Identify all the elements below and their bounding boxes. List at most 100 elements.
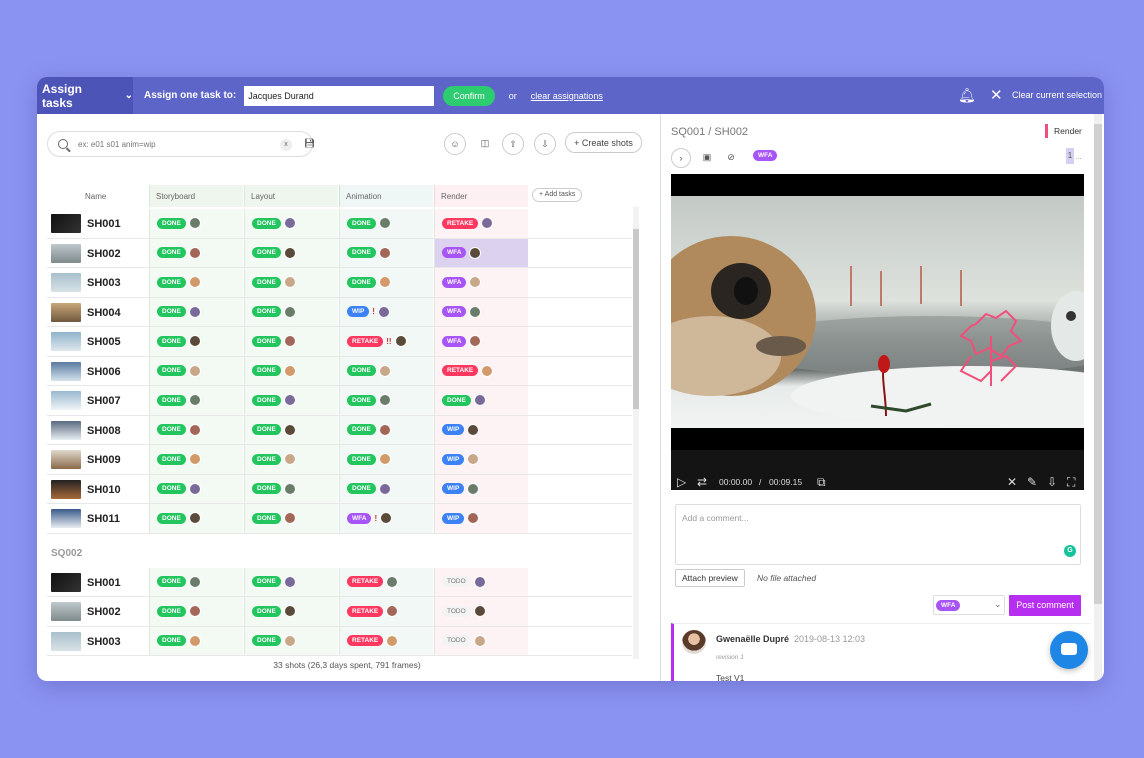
render-cell[interactable]: DONE — [434, 386, 528, 415]
shot-name[interactable]: SH002 — [87, 606, 121, 618]
shot-name[interactable]: SH003 — [87, 277, 121, 289]
storyboard-cell[interactable]: DONE — [149, 386, 243, 415]
download-icon[interactable]: ⇩ — [534, 133, 556, 155]
column-header-animation[interactable]: Animation — [339, 185, 433, 207]
layout-cell[interactable]: DONE — [244, 504, 338, 533]
table-row[interactable]: SH007 DONE DONE DONE DONE — [47, 386, 632, 416]
close-icon[interactable]: ✕ — [1007, 475, 1017, 489]
storyboard-cell[interactable]: DONE — [149, 597, 243, 626]
column-header-layout[interactable]: Layout — [244, 185, 338, 207]
storyboard-cell[interactable]: DONE — [149, 504, 243, 533]
shot-name[interactable]: SH006 — [87, 366, 121, 378]
shot-thumbnail[interactable] — [51, 243, 81, 263]
table-row[interactable]: SH001 DONE DONE RETAKE TODO — [47, 567, 632, 597]
scrollbar-thumb[interactable] — [633, 229, 639, 409]
shot-thumbnail[interactable] — [51, 214, 81, 233]
layout-cell[interactable]: DONE — [244, 445, 338, 474]
close-icon[interactable]: ✕ — [990, 86, 1003, 104]
column-header-render[interactable]: Render — [434, 185, 528, 207]
shot-thumbnail[interactable] — [51, 631, 81, 651]
animation-cell[interactable]: RETAKE!! — [339, 327, 433, 356]
eye-slash-icon[interactable]: ⊘ — [721, 148, 741, 168]
page-number[interactable]: 1 — [1066, 148, 1074, 164]
layout-cell[interactable]: DONE — [244, 268, 338, 297]
search-field[interactable]: x 💾︎ — [47, 131, 315, 157]
table-row[interactable]: SH002 DONE DONE DONE WFA — [47, 238, 632, 268]
status-select[interactable]: WFA ⌄ — [933, 595, 1005, 615]
shot-thumbnail[interactable] — [51, 509, 81, 528]
search-clear-button[interactable]: x — [280, 139, 292, 151]
storyboard-cell[interactable]: DONE — [149, 415, 243, 444]
table-row[interactable]: SH006 DONE DONE DONE RETAKE — [47, 356, 632, 386]
render-cell[interactable]: WIP — [434, 415, 528, 444]
layout-cell[interactable]: DONE — [244, 415, 338, 444]
animation-cell[interactable]: DONE — [339, 209, 433, 238]
animation-cell[interactable]: DONE — [339, 386, 433, 415]
table-row[interactable]: SH009 DONE DONE DONE WIP — [47, 445, 632, 475]
chevron-right-icon[interactable]: › — [671, 148, 691, 168]
chat-icon[interactable] — [1050, 631, 1088, 669]
assignee-input[interactable] — [244, 85, 435, 106]
render-cell[interactable]: WFA — [434, 297, 528, 326]
render-cell[interactable]: WFA — [434, 238, 528, 267]
storyboard-cell[interactable]: DONE — [149, 238, 243, 267]
layout-cell[interactable]: DONE — [244, 238, 338, 267]
comment-textarea[interactable]: Add a comment... G — [675, 504, 1081, 565]
shot-name[interactable]: SH001 — [87, 577, 121, 589]
create-shots-button[interactable]: + Create shots — [565, 132, 642, 153]
render-cell[interactable]: WFA — [434, 268, 528, 297]
table-row[interactable]: SH005 DONE DONE RETAKE!! WFA — [47, 327, 632, 357]
shot-thumbnail[interactable] — [51, 479, 81, 499]
table-row[interactable]: SH011 DONE DONE WFA! WIP — [47, 504, 632, 534]
shot-name[interactable]: SH005 — [87, 336, 121, 348]
animation-cell[interactable]: WFA! — [339, 504, 433, 533]
scrollbar-thumb[interactable] — [1094, 124, 1102, 604]
people-icon[interactable]: ☺ — [444, 133, 466, 155]
animation-cell[interactable]: RETAKE — [339, 626, 433, 655]
save-search-icon[interactable]: 💾︎ — [304, 138, 315, 149]
column-header-name[interactable]: Name — [79, 185, 149, 207]
grammarly-icon[interactable]: G — [1064, 545, 1076, 557]
render-cell[interactable]: WIP — [434, 445, 528, 474]
table-row[interactable]: SH003 DONE DONE RETAKE TODO — [47, 626, 632, 656]
layout-cell[interactable]: DONE — [244, 597, 338, 626]
render-cell[interactable]: WIP — [434, 474, 528, 503]
assign-tasks-dropdown[interactable]: Assign tasks ⌄ — [37, 77, 133, 114]
storyboard-cell[interactable]: DONE — [149, 445, 243, 474]
animation-cell[interactable]: DONE — [339, 268, 433, 297]
animation-cell[interactable]: DONE — [339, 445, 433, 474]
table-row[interactable]: SH003 DONE DONE DONE WFA — [47, 268, 632, 298]
layout-cell[interactable]: DONE — [244, 567, 338, 596]
animation-cell[interactable]: RETAKE — [339, 567, 433, 596]
shot-name[interactable]: SH009 — [87, 454, 121, 466]
animation-cell[interactable]: DONE — [339, 415, 433, 444]
animation-cell[interactable]: DONE — [339, 474, 433, 503]
table-row[interactable]: SH002 DONE DONE RETAKE TODO — [47, 597, 632, 627]
shot-thumbnail[interactable] — [51, 332, 81, 351]
clear-selection-button[interactable]: Clear current selection — [1012, 90, 1102, 100]
attach-preview-button[interactable]: Attach preview — [675, 569, 745, 587]
shot-thumbnail[interactable] — [51, 420, 81, 440]
render-cell[interactable]: RETAKE — [434, 209, 528, 238]
post-comment-button[interactable]: Post comment — [1009, 595, 1081, 616]
storyboard-cell[interactable]: DONE — [149, 209, 243, 238]
layout-cell[interactable]: DONE — [244, 386, 338, 415]
layout-cell[interactable]: DONE — [244, 474, 338, 503]
clear-assignations-link[interactable]: clear assignations — [531, 91, 603, 101]
pencil-icon[interactable]: ✎ — [1027, 475, 1037, 489]
storyboard-cell[interactable]: DONE — [149, 327, 243, 356]
table-row[interactable]: SH008 DONE DONE DONE WIP — [47, 415, 632, 445]
play-icon[interactable]: ▷ — [677, 475, 686, 489]
storyboard-cell[interactable]: DONE — [149, 297, 243, 326]
bell-icon[interactable]: 🔔︎ — [958, 87, 976, 104]
shot-thumbnail[interactable] — [51, 302, 81, 322]
table-row[interactable]: SH004 DONE DONE WIP! WFA — [47, 297, 632, 327]
video-player[interactable]: ▷ ⇄ 00:00.00 / 00:09.15 ⧉ ✕ ✎ ⇩ ⛶ — [671, 174, 1084, 490]
database-icon[interactable]: ◫ — [474, 133, 496, 155]
column-header-storyboard[interactable]: Storyboard — [149, 185, 243, 207]
loop-icon[interactable]: ⇄ — [697, 475, 707, 489]
animation-cell[interactable]: DONE — [339, 356, 433, 385]
shot-thumbnail[interactable] — [51, 572, 81, 592]
copy-icon[interactable]: ⧉ — [817, 475, 826, 490]
render-cell[interactable]: TODO — [434, 567, 528, 596]
